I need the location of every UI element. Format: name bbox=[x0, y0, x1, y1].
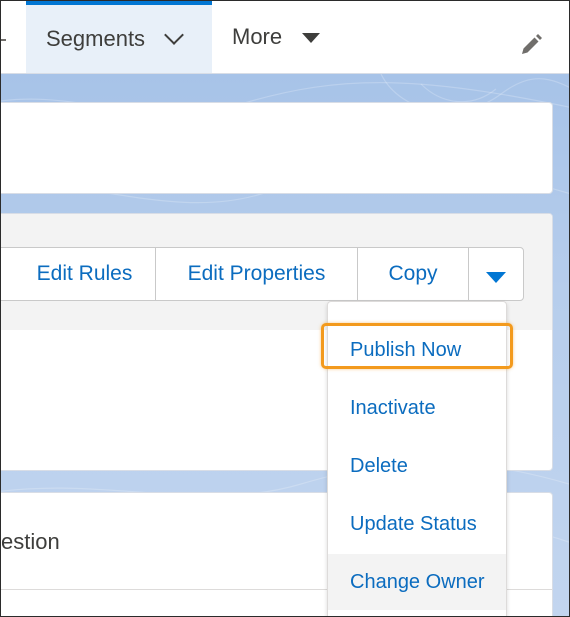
action-button-group: Edit Rules Edit Properties Copy bbox=[1, 247, 524, 301]
menu-item-update-status[interactable]: Update Status bbox=[328, 496, 506, 552]
caret-down-icon bbox=[486, 271, 506, 283]
chevron-down-icon[interactable] bbox=[164, 25, 184, 45]
record-header-card bbox=[1, 102, 553, 194]
menu-item-inactivate[interactable]: Inactivate bbox=[328, 380, 506, 436]
top-nav: Segments More bbox=[1, 1, 569, 74]
more-actions-button[interactable] bbox=[469, 248, 523, 300]
menu-item-delete[interactable]: Delete bbox=[328, 438, 506, 494]
copy-button[interactable]: Copy bbox=[358, 248, 469, 300]
menu-item-change-owner[interactable]: Change Owner bbox=[328, 554, 506, 610]
tab-segments-label: Segments bbox=[46, 26, 146, 51]
related-list-title: estion bbox=[1, 529, 60, 554]
edit-rules-button[interactable]: Edit Rules bbox=[1, 248, 156, 300]
publish-now-highlight bbox=[321, 323, 513, 369]
edit-properties-button[interactable]: Edit Properties bbox=[156, 248, 358, 300]
caret-down-icon bbox=[302, 33, 321, 43]
screenshot-frame: Segments More Edit Rules Edit Properties… bbox=[0, 0, 570, 617]
tab-segments[interactable]: Segments bbox=[26, 1, 212, 73]
nav-divider bbox=[1, 39, 6, 41]
pencil-icon[interactable] bbox=[517, 31, 545, 59]
tab-more[interactable]: More bbox=[232, 1, 321, 73]
tab-more-label: More bbox=[232, 24, 283, 49]
